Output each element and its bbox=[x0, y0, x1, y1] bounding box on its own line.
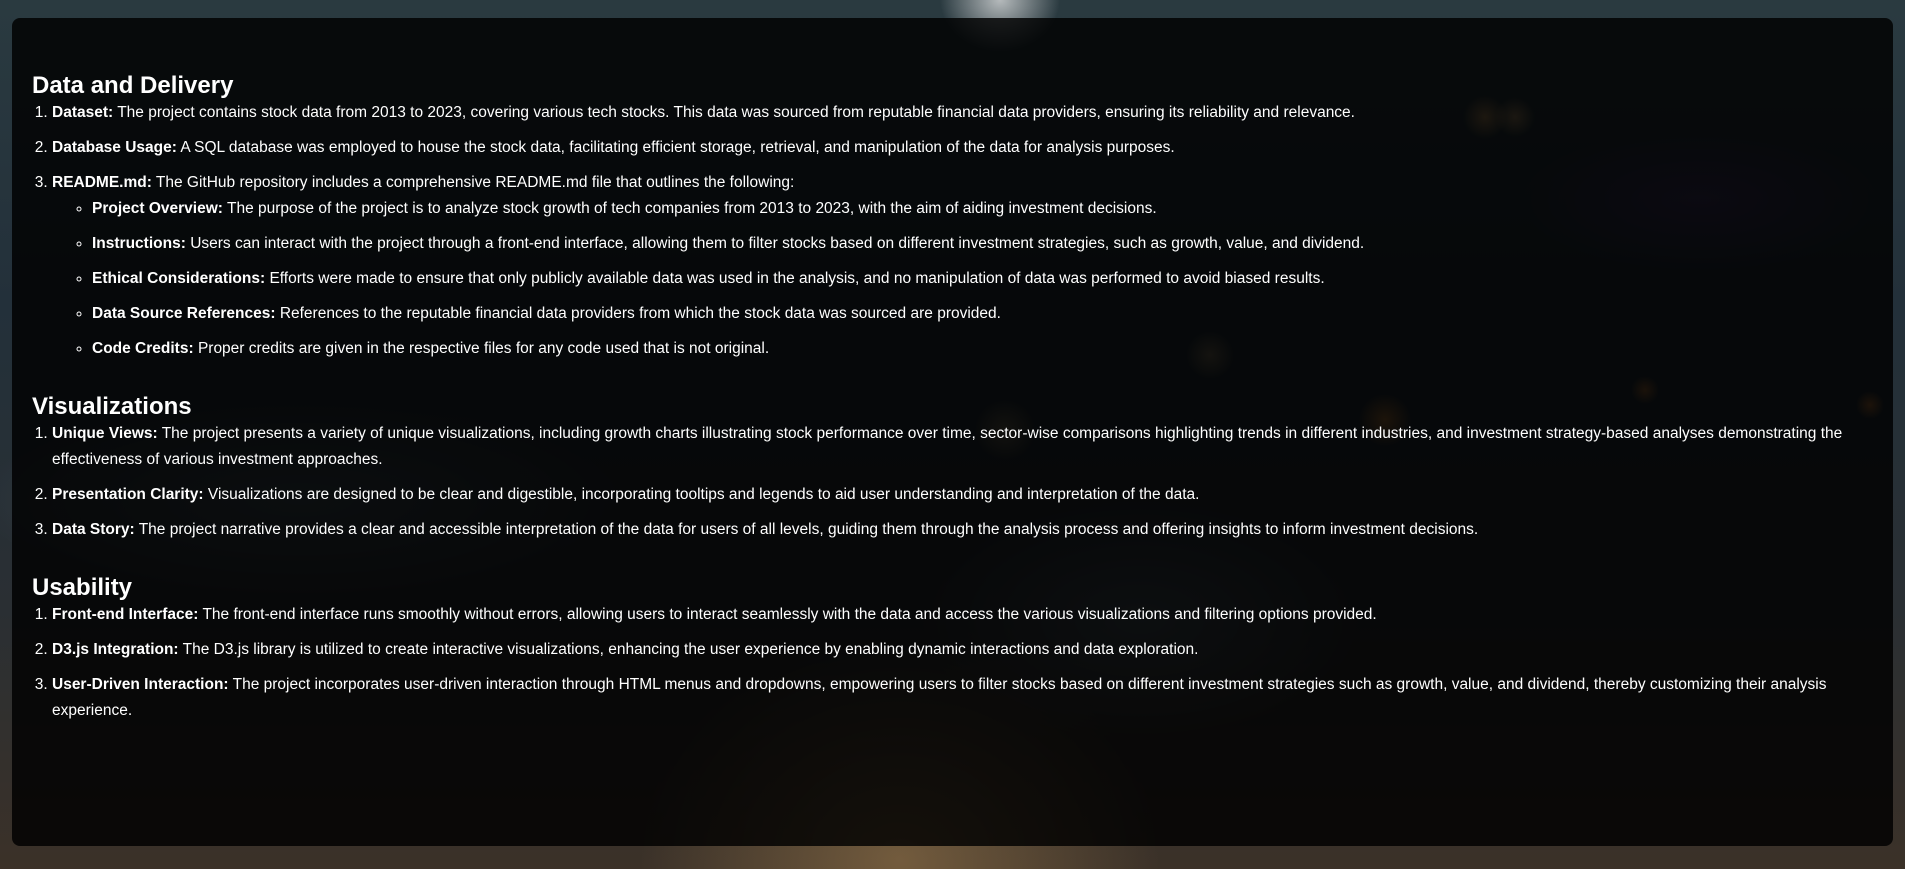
item-text: The project incorporates user-driven int… bbox=[52, 676, 1827, 719]
list-item-data-story: Data Story: The project narrative provid… bbox=[52, 517, 1873, 543]
item-text: The project contains stock data from 201… bbox=[117, 104, 1355, 121]
item-text: Users can interact with the project thro… bbox=[190, 235, 1365, 252]
list-item-presentation-clarity: Presentation Clarity: Visualizations are… bbox=[52, 482, 1873, 508]
item-text: The purpose of the project is to analyze… bbox=[226, 200, 1157, 217]
item-label: Ethical Considerations: bbox=[92, 270, 266, 287]
section-title-usability: Usability bbox=[32, 574, 133, 601]
item-label: User-Driven Interaction: bbox=[52, 676, 229, 693]
item-text: The project presents a variety of unique… bbox=[52, 425, 1843, 468]
item-text: The front-end interface runs smoothly wi… bbox=[202, 606, 1377, 623]
item-label: Code Credits: bbox=[92, 340, 194, 357]
usability-list: Front-end Interface: The front-end inter… bbox=[32, 602, 1873, 724]
item-label: Database Usage: bbox=[52, 139, 177, 156]
list-item-unique-views: Unique Views: The project presents a var… bbox=[52, 421, 1873, 473]
item-label: Dataset: bbox=[52, 104, 114, 121]
list-item-readme: README.md: The GitHub repository include… bbox=[52, 170, 1873, 362]
sublist-item-ethical-considerations: Ethical Considerations: Efforts were mad… bbox=[92, 266, 1873, 292]
sublist-item-project-overview: Project Overview: The purpose of the pro… bbox=[92, 196, 1873, 222]
list-item-dataset: Dataset: The project contains stock data… bbox=[52, 100, 1873, 126]
item-label: Instructions: bbox=[92, 235, 186, 252]
item-label: README.md: bbox=[52, 174, 152, 191]
item-label: Presentation Clarity: bbox=[52, 486, 204, 503]
item-label: Unique Views: bbox=[52, 425, 158, 442]
data-delivery-list: Dataset: The project contains stock data… bbox=[32, 100, 1873, 362]
sublist-item-code-credits: Code Credits: Proper credits are given i… bbox=[92, 336, 1873, 362]
item-label: Data Story: bbox=[52, 521, 135, 538]
item-text: The project narrative provides a clear a… bbox=[138, 521, 1479, 538]
item-text: The GitHub repository includes a compreh… bbox=[155, 174, 795, 191]
list-item-database-usage: Database Usage: A SQL database was emplo… bbox=[52, 135, 1873, 161]
item-text: Proper credits are given in the respecti… bbox=[197, 340, 770, 357]
item-label: D3.js Integration: bbox=[52, 641, 179, 658]
list-item-user-driven-interaction: User-Driven Interaction: The project inc… bbox=[52, 672, 1873, 724]
item-text: A SQL database was employed to house the… bbox=[180, 139, 1175, 156]
item-label: Front-end Interface: bbox=[52, 606, 199, 623]
section-title-visualizations: Visualizations bbox=[32, 393, 192, 420]
section-title-data-delivery: Data and Delivery bbox=[32, 72, 234, 99]
item-text: The D3.js library is utilized to create … bbox=[182, 641, 1199, 658]
item-text: Efforts were made to ensure that only pu… bbox=[269, 270, 1325, 287]
item-text: Visualizations are designed to be clear … bbox=[207, 486, 1200, 503]
item-label: Data Source References: bbox=[92, 305, 276, 322]
list-item-d3js-integration: D3.js Integration: The D3.js library is … bbox=[52, 637, 1873, 663]
readme-sublist: Project Overview: The purpose of the pro… bbox=[52, 196, 1873, 362]
visualizations-list: Unique Views: The project presents a var… bbox=[32, 421, 1873, 543]
list-item-front-end-interface: Front-end Interface: The front-end inter… bbox=[52, 602, 1873, 628]
item-text: References to the reputable financial da… bbox=[279, 305, 1001, 322]
item-label: Project Overview: bbox=[92, 200, 223, 217]
sublist-item-instructions: Instructions: Users can interact with th… bbox=[92, 231, 1873, 257]
content-panel: Data and Delivery Dataset: The project c… bbox=[12, 18, 1893, 846]
sublist-item-data-source-references: Data Source References: References to th… bbox=[92, 301, 1873, 327]
